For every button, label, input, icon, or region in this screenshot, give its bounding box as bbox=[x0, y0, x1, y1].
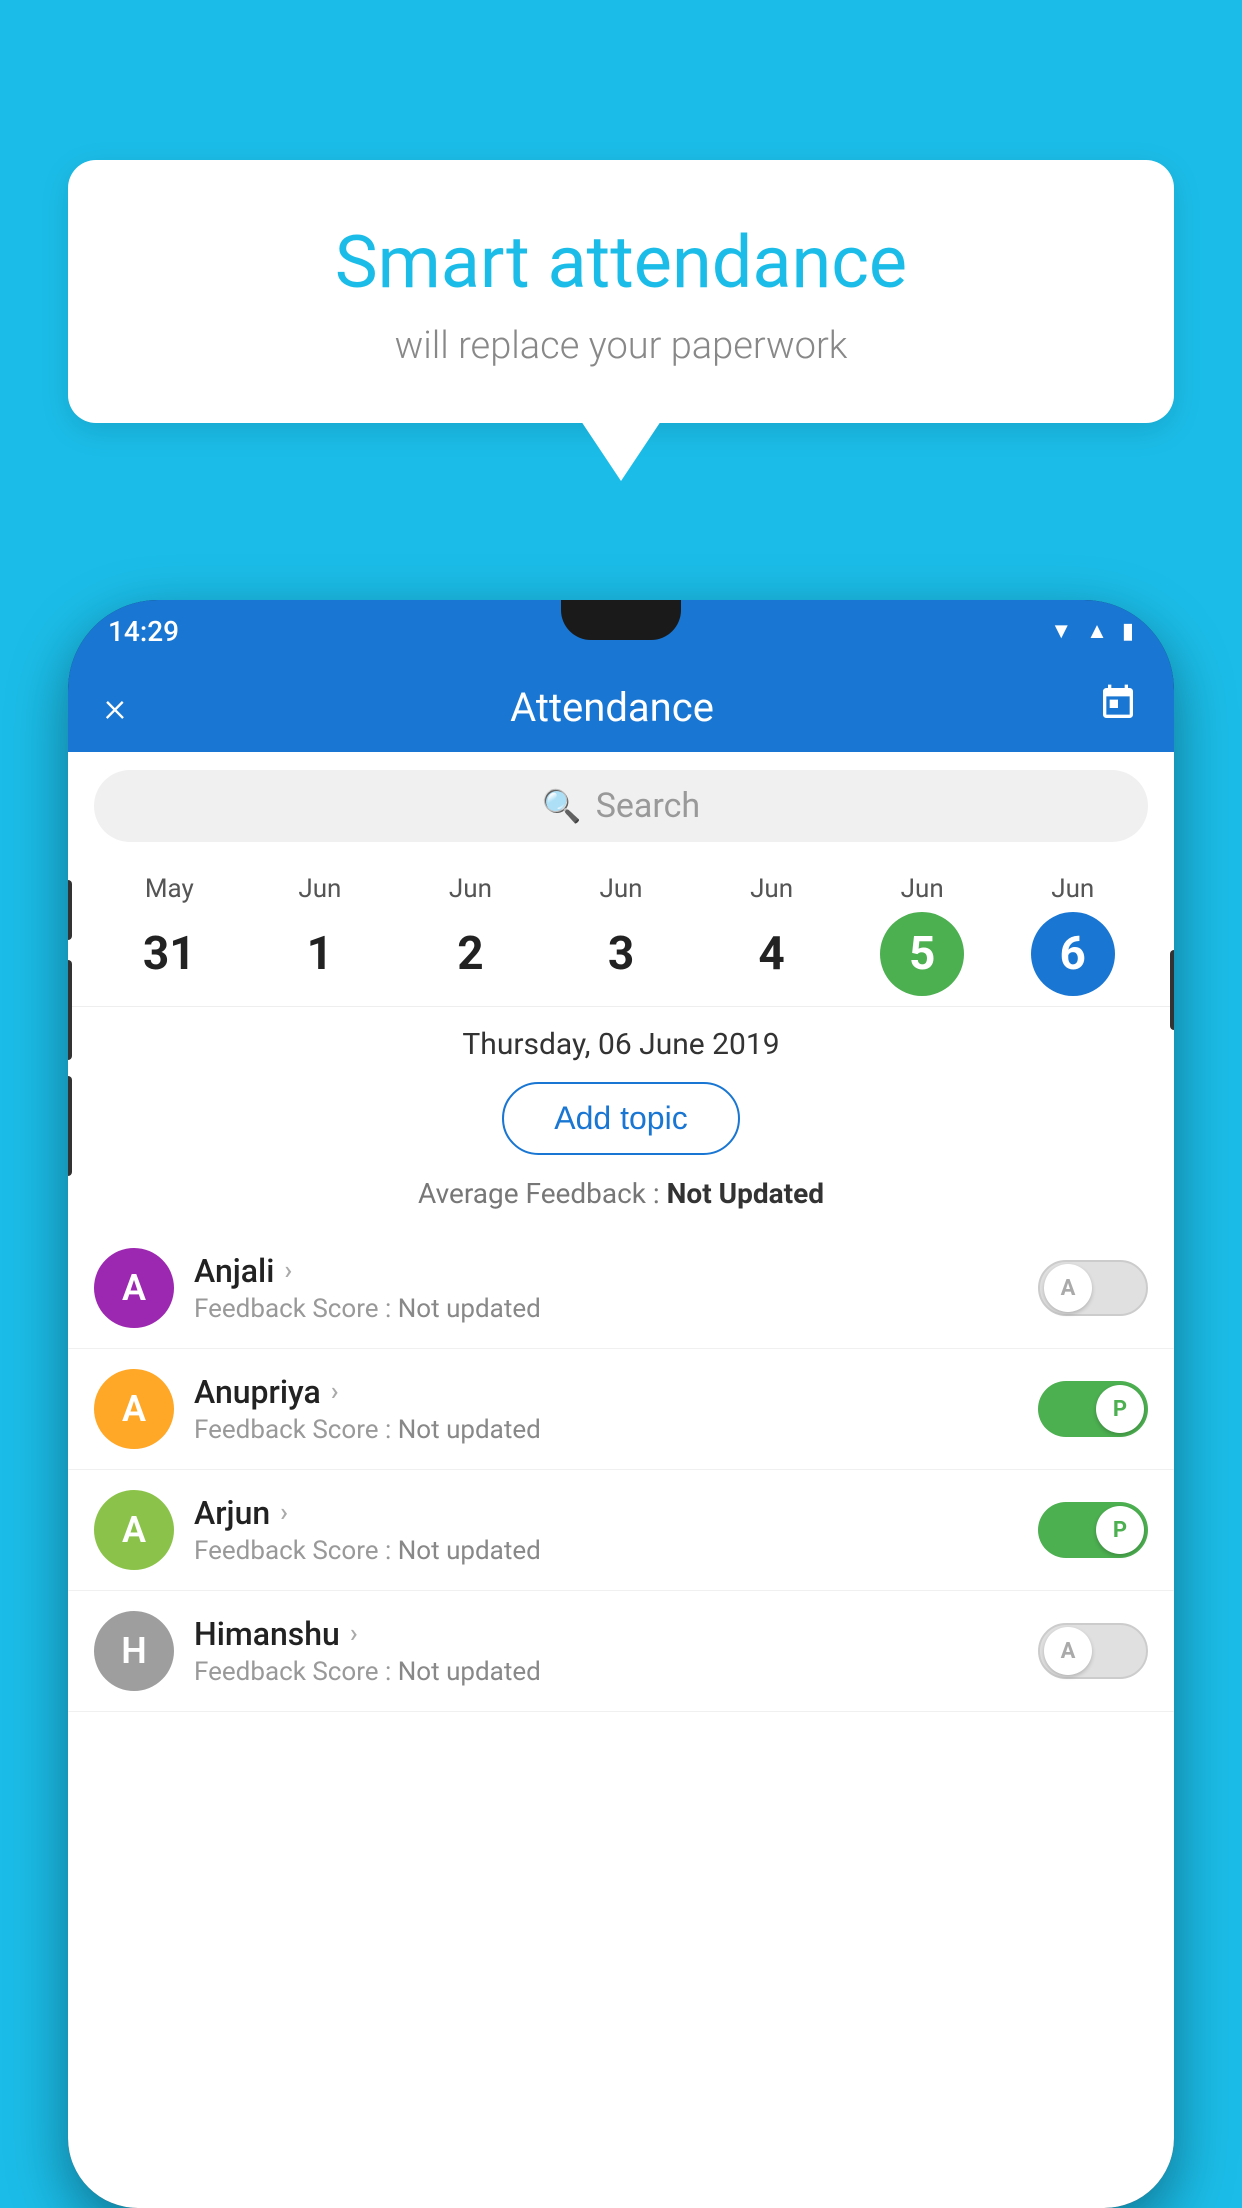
chevron-icon: › bbox=[280, 1498, 288, 1528]
search-input[interactable]: 🔍 Search bbox=[94, 770, 1148, 842]
chevron-icon: › bbox=[284, 1256, 292, 1286]
student-info: Arjun › Feedback Score : Not updated bbox=[194, 1494, 1018, 1566]
avg-feedback-value: Not Updated bbox=[667, 1177, 824, 1210]
calendar-month-label: Jun bbox=[750, 874, 793, 904]
student-item: A Anjali › Feedback Score : Not updated A bbox=[68, 1228, 1174, 1349]
average-feedback: Average Feedback : Not Updated bbox=[68, 1171, 1174, 1228]
student-info: Anupriya › Feedback Score : Not updated bbox=[194, 1373, 1018, 1445]
volume-up-button bbox=[68, 880, 72, 940]
speech-bubble-subtitle: will replace your paperwork bbox=[118, 324, 1124, 368]
calendar-date-number: 31 bbox=[127, 912, 211, 996]
student-name[interactable]: Anjali › bbox=[194, 1252, 1018, 1290]
add-topic-button[interactable]: Add topic bbox=[502, 1082, 739, 1155]
student-name[interactable]: Arjun › bbox=[194, 1494, 1018, 1532]
calendar-day[interactable]: Jun 4 bbox=[696, 874, 847, 996]
header-title: Attendance bbox=[510, 684, 714, 731]
calendar-day[interactable]: Jun 5 bbox=[847, 874, 998, 996]
calendar-day[interactable]: Jun 3 bbox=[546, 874, 697, 996]
attendance-toggle[interactable]: P bbox=[1038, 1381, 1148, 1437]
chevron-icon: › bbox=[350, 1619, 358, 1649]
signal-icon: ▲ bbox=[1086, 618, 1108, 644]
calendar-icon[interactable] bbox=[1098, 683, 1138, 732]
wifi-icon: ▼ bbox=[1050, 618, 1072, 644]
phone-notch bbox=[561, 600, 681, 640]
student-score: Feedback Score : Not updated bbox=[194, 1536, 1018, 1566]
calendar-month-label: Jun bbox=[298, 874, 341, 904]
calendar-date-number: 2 bbox=[428, 912, 512, 996]
battery-icon: ▮ bbox=[1122, 619, 1134, 644]
chevron-icon: › bbox=[331, 1377, 339, 1407]
calendar-month-label: Jun bbox=[600, 874, 643, 904]
add-topic-container: Add topic bbox=[68, 1074, 1174, 1171]
power-button bbox=[1170, 950, 1174, 1030]
attendance-toggle[interactable]: P bbox=[1038, 1502, 1148, 1558]
student-avatar: H bbox=[94, 1611, 174, 1691]
avg-feedback-label: Average Feedback : bbox=[418, 1177, 660, 1210]
calendar-month-label: Jun bbox=[901, 874, 944, 904]
search-bar-container: 🔍 Search bbox=[68, 752, 1174, 860]
speech-bubble-container: Smart attendance will replace your paper… bbox=[68, 160, 1174, 423]
student-score: Feedback Score : Not updated bbox=[194, 1657, 1018, 1687]
calendar-date-number: 4 bbox=[730, 912, 814, 996]
status-time: 14:29 bbox=[108, 615, 179, 648]
student-list: AAnjali ›Feedback Score : Not updatedAAA… bbox=[68, 1228, 1174, 1712]
student-avatar: A bbox=[94, 1248, 174, 1328]
speech-bubble: Smart attendance will replace your paper… bbox=[68, 160, 1174, 423]
close-button[interactable]: × bbox=[104, 683, 126, 732]
score-value: Not updated bbox=[398, 1657, 541, 1687]
search-placeholder: Search bbox=[596, 786, 700, 826]
search-icon: 🔍 bbox=[542, 787, 582, 825]
student-item: A Arjun › Feedback Score : Not updated P bbox=[68, 1470, 1174, 1591]
attendance-toggle[interactable]: A bbox=[1038, 1260, 1148, 1316]
calendar-date-number: 5 bbox=[880, 912, 964, 996]
student-item: H Himanshu › Feedback Score : Not updated A bbox=[68, 1591, 1174, 1712]
toggle-knob: A bbox=[1044, 1627, 1092, 1675]
calendar-month-label: Jun bbox=[1051, 874, 1094, 904]
student-info: Himanshu › Feedback Score : Not updated bbox=[194, 1615, 1018, 1687]
score-value: Not updated bbox=[398, 1536, 541, 1566]
speech-bubble-tail bbox=[581, 421, 661, 481]
student-item: A Anupriya › Feedback Score : Not updated P bbox=[68, 1349, 1174, 1470]
calendar-day[interactable]: Jun 6 bbox=[997, 874, 1148, 996]
calendar-date-number: 6 bbox=[1031, 912, 1115, 996]
app-header: × Attendance bbox=[68, 662, 1174, 752]
calendar-month-label: May bbox=[145, 874, 194, 904]
status-icons: ▼ ▲ ▮ bbox=[1050, 618, 1134, 644]
student-avatar: A bbox=[94, 1490, 174, 1570]
student-name[interactable]: Himanshu › bbox=[194, 1615, 1018, 1653]
toggle-knob: P bbox=[1096, 1385, 1144, 1433]
calendar-date-number: 3 bbox=[579, 912, 663, 996]
calendar-date-number: 1 bbox=[278, 912, 362, 996]
student-name[interactable]: Anupriya › bbox=[194, 1373, 1018, 1411]
student-info: Anjali › Feedback Score : Not updated bbox=[194, 1252, 1018, 1324]
volume-down-button bbox=[68, 960, 72, 1060]
toggle-knob: A bbox=[1044, 1264, 1092, 1312]
calendar-day[interactable]: Jun 1 bbox=[245, 874, 396, 996]
student-avatar: A bbox=[94, 1369, 174, 1449]
score-value: Not updated bbox=[398, 1294, 541, 1324]
calendar-day[interactable]: May 31 bbox=[94, 874, 245, 996]
score-value: Not updated bbox=[398, 1415, 541, 1445]
selected-date: Thursday, 06 June 2019 bbox=[68, 1007, 1174, 1074]
calendar-strip: May 31 Jun 1 Jun 2 Jun 3 Jun 4 Jun 5 Jun 6 bbox=[68, 860, 1174, 1007]
phone-frame: 14:29 ▼ ▲ ▮ × Attendance 🔍 Search May31J… bbox=[68, 600, 1174, 2208]
calendar-day[interactable]: Jun 2 bbox=[395, 874, 546, 996]
attendance-toggle[interactable]: A bbox=[1038, 1623, 1148, 1679]
toggle-knob: P bbox=[1096, 1506, 1144, 1554]
silent-button bbox=[68, 1076, 72, 1176]
speech-bubble-title: Smart attendance bbox=[118, 220, 1124, 306]
calendar-month-label: Jun bbox=[449, 874, 492, 904]
student-score: Feedback Score : Not updated bbox=[194, 1415, 1018, 1445]
student-score: Feedback Score : Not updated bbox=[194, 1294, 1018, 1324]
phone-screen: 🔍 Search May 31 Jun 1 Jun 2 Jun 3 Jun 4 Jun 5 Jun 6 T… bbox=[68, 752, 1174, 2208]
